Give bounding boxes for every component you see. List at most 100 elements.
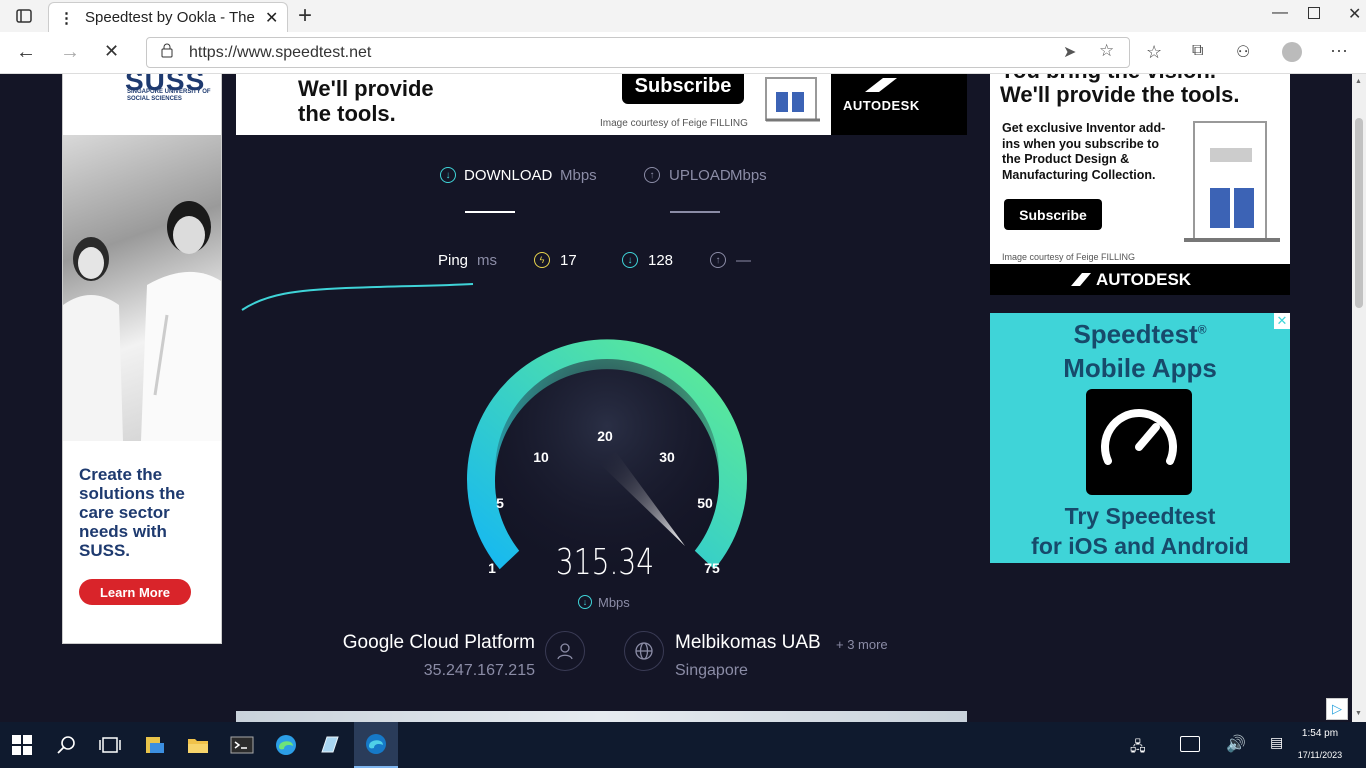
terminal-icon[interactable] xyxy=(222,722,262,768)
download-speed-graph xyxy=(241,283,474,311)
address-bar[interactable]: https://www.speedtest.net ➤ ☆ xyxy=(146,37,1130,68)
autodesk-banner-credit: Image courtesy of Feige FILLING xyxy=(600,118,748,129)
lock-icon xyxy=(161,43,173,61)
keyboard-icon[interactable] xyxy=(1180,736,1200,752)
tab-speedtest[interactable]: ⋮ Speedtest by Ookla - The ✕ xyxy=(48,2,288,32)
suss-logo-sub: SINGAPORE UNIVERSITY OF SOCIAL SCIENCES xyxy=(127,89,211,102)
registered-mark: ® xyxy=(1197,322,1207,337)
collections-icon[interactable]: ⧉ xyxy=(1192,42,1203,60)
volume-icon[interactable]: 🔊 xyxy=(1226,734,1246,754)
download-value-placeholder xyxy=(465,211,515,213)
autodesk-banner-line-2: the tools. xyxy=(298,101,396,126)
bottom-ad-strip[interactable] xyxy=(236,711,967,722)
adchoices-icon[interactable]: ▷ xyxy=(1326,698,1348,720)
clock-date[interactable]: 17/11/2023 xyxy=(1290,750,1350,760)
current-speed-download-icon: ↓ xyxy=(578,595,592,609)
page-scrollbar[interactable]: ▲ ▼ xyxy=(1352,74,1366,722)
notification-center-icon[interactable]: ▤ xyxy=(1270,734,1283,751)
isp-user-icon[interactable] xyxy=(545,631,585,671)
autodesk-side-brand-bar: AUTODESK xyxy=(990,264,1290,295)
current-speed-unit-row: ↓ Mbps xyxy=(578,594,658,610)
autodesk-banner-machine-image xyxy=(756,74,830,126)
server-more-link[interactable]: + 3 more xyxy=(836,637,888,652)
autodesk-logo-icon xyxy=(863,76,899,92)
suss-ad[interactable]: SUSS SINGAPORE UNIVERSITY OF SOCIAL SCIE… xyxy=(62,74,222,644)
browser-tab-bar: ⋮ Speedtest by Ookla - The ✕ + — ✕ xyxy=(0,0,1366,32)
server-name-row[interactable]: Melbikomas UAB + 3 more xyxy=(675,632,935,656)
autodesk-banner-brand-block: AUTODESK xyxy=(831,74,967,135)
search-icon[interactable] xyxy=(46,722,86,768)
speedtest-app-ad[interactable]: ✕ Speedtest® Mobile Apps Try Speedtest f… xyxy=(990,313,1290,563)
gauge-tick-20: 20 xyxy=(597,428,613,444)
autodesk-side-logo-icon xyxy=(1070,272,1092,286)
autodesk-side-title: We'll provide the tools. xyxy=(1000,82,1240,107)
upload-latency-value: — xyxy=(736,252,751,269)
autodesk-banner-line-1: We'll provide xyxy=(298,76,434,101)
scroll-thumb[interactable] xyxy=(1355,118,1363,308)
ping-unit: ms xyxy=(477,252,497,269)
gauge-tick-30: 30 xyxy=(659,449,675,465)
isp-ip: 35.247.167.215 xyxy=(423,662,535,679)
scroll-down-icon[interactable]: ▼ xyxy=(1355,710,1362,717)
gauge-tick-75: 75 xyxy=(704,560,720,576)
task-view-icon[interactable] xyxy=(90,722,130,768)
forward-icon[interactable]: → xyxy=(60,41,80,64)
current-speed-unit: Mbps xyxy=(598,595,630,610)
speedtest-app-cta-1: Try Speedtest xyxy=(1064,503,1216,529)
tab-favicon-icon: ⋮ xyxy=(59,10,74,27)
scroll-up-icon[interactable]: ▲ xyxy=(1355,78,1362,85)
ping-row: Ping ms ϟ 17 ↓ 128 ↑ — xyxy=(438,252,758,274)
windows-taskbar: 🖧 🔊 1:54 pm 17/11/2023 ▤ xyxy=(0,722,1366,768)
upload-icon: ↑ xyxy=(644,167,660,183)
download-label: DOWNLOAD xyxy=(464,167,553,184)
start-icon[interactable] xyxy=(2,722,42,768)
clock-time[interactable]: 1:54 pm xyxy=(1290,728,1350,739)
url-text: https://www.speedtest.net xyxy=(189,44,372,61)
tab-actions-icon[interactable] xyxy=(10,6,38,26)
autodesk-side-ad[interactable]: You bring the vision. We'll provide the … xyxy=(990,74,1290,295)
gauge-tick-10: 10 xyxy=(533,449,549,465)
server-globe-icon[interactable] xyxy=(624,631,664,671)
upload-unit: Mbps xyxy=(730,167,767,184)
extensions-icon[interactable]: ⚇ xyxy=(1236,42,1250,62)
idle-latency-icon: ϟ xyxy=(534,252,550,268)
ping-label: Ping xyxy=(438,252,469,269)
autodesk-side-body: Get exclusive Inventor add-ins when you … xyxy=(1002,121,1166,182)
file-manager-icon[interactable] xyxy=(135,722,175,768)
new-tab-icon[interactable]: + xyxy=(298,2,312,30)
upload-value-placeholder xyxy=(670,211,720,213)
autodesk-banner-subscribe-button[interactable]: Subscribe xyxy=(622,74,744,104)
tab-close-icon[interactable]: ✕ xyxy=(265,8,278,28)
speedtest-app-title-1: Speedtest® xyxy=(1073,319,1207,349)
edge-icon[interactable] xyxy=(266,722,306,768)
autodesk-banner-ad[interactable]: We'll provide the tools. Subscribe Image… xyxy=(236,74,967,135)
minimize-icon[interactable]: — xyxy=(1272,4,1288,22)
autodesk-side-credit: Image courtesy of Feige FILLING xyxy=(1002,252,1136,262)
favorites-icon[interactable]: ☆ xyxy=(1146,42,1162,63)
file-explorer-icon[interactable] xyxy=(178,722,218,768)
window-close-icon[interactable]: ✕ xyxy=(1348,4,1361,24)
download-latency-icon: ↓ xyxy=(622,252,638,268)
edge-active-icon[interactable] xyxy=(354,722,398,768)
network-icon[interactable]: 🖧 xyxy=(1130,736,1146,760)
speedtest-app-cta-2: for iOS and Android xyxy=(1031,533,1249,559)
suss-learn-more-button[interactable]: Learn More xyxy=(79,579,191,605)
autodesk-side-subscribe-button[interactable]: Subscribe xyxy=(1004,199,1102,230)
send-icon[interactable]: ➤ xyxy=(1063,42,1076,62)
speedtest-page: SUSS SINGAPORE UNIVERSITY OF SOCIAL SCIE… xyxy=(0,74,1352,722)
download-latency-value: 128 xyxy=(648,252,674,269)
autodesk-banner-brand: AUTODESK xyxy=(843,98,920,113)
autodesk-side-brand: AUTODESK xyxy=(1096,270,1192,289)
server-name: Melbikomas UAB xyxy=(675,632,821,653)
notepad-icon[interactable] xyxy=(310,722,350,768)
back-icon[interactable]: ← xyxy=(16,41,36,64)
maximize-icon[interactable] xyxy=(1308,7,1320,19)
download-icon: ↓ xyxy=(440,167,456,183)
add-favorite-icon[interactable]: ☆ xyxy=(1099,41,1114,61)
profile-avatar[interactable] xyxy=(1282,42,1302,62)
more-menu-icon[interactable]: ··· xyxy=(1330,40,1348,61)
isp-name: Google Cloud Platform xyxy=(342,632,535,653)
current-speed-value: 315.34 xyxy=(555,542,655,583)
download-header: ↓ DOWNLOAD Mbps xyxy=(440,166,610,188)
stop-icon[interactable]: ✕ xyxy=(104,41,119,62)
